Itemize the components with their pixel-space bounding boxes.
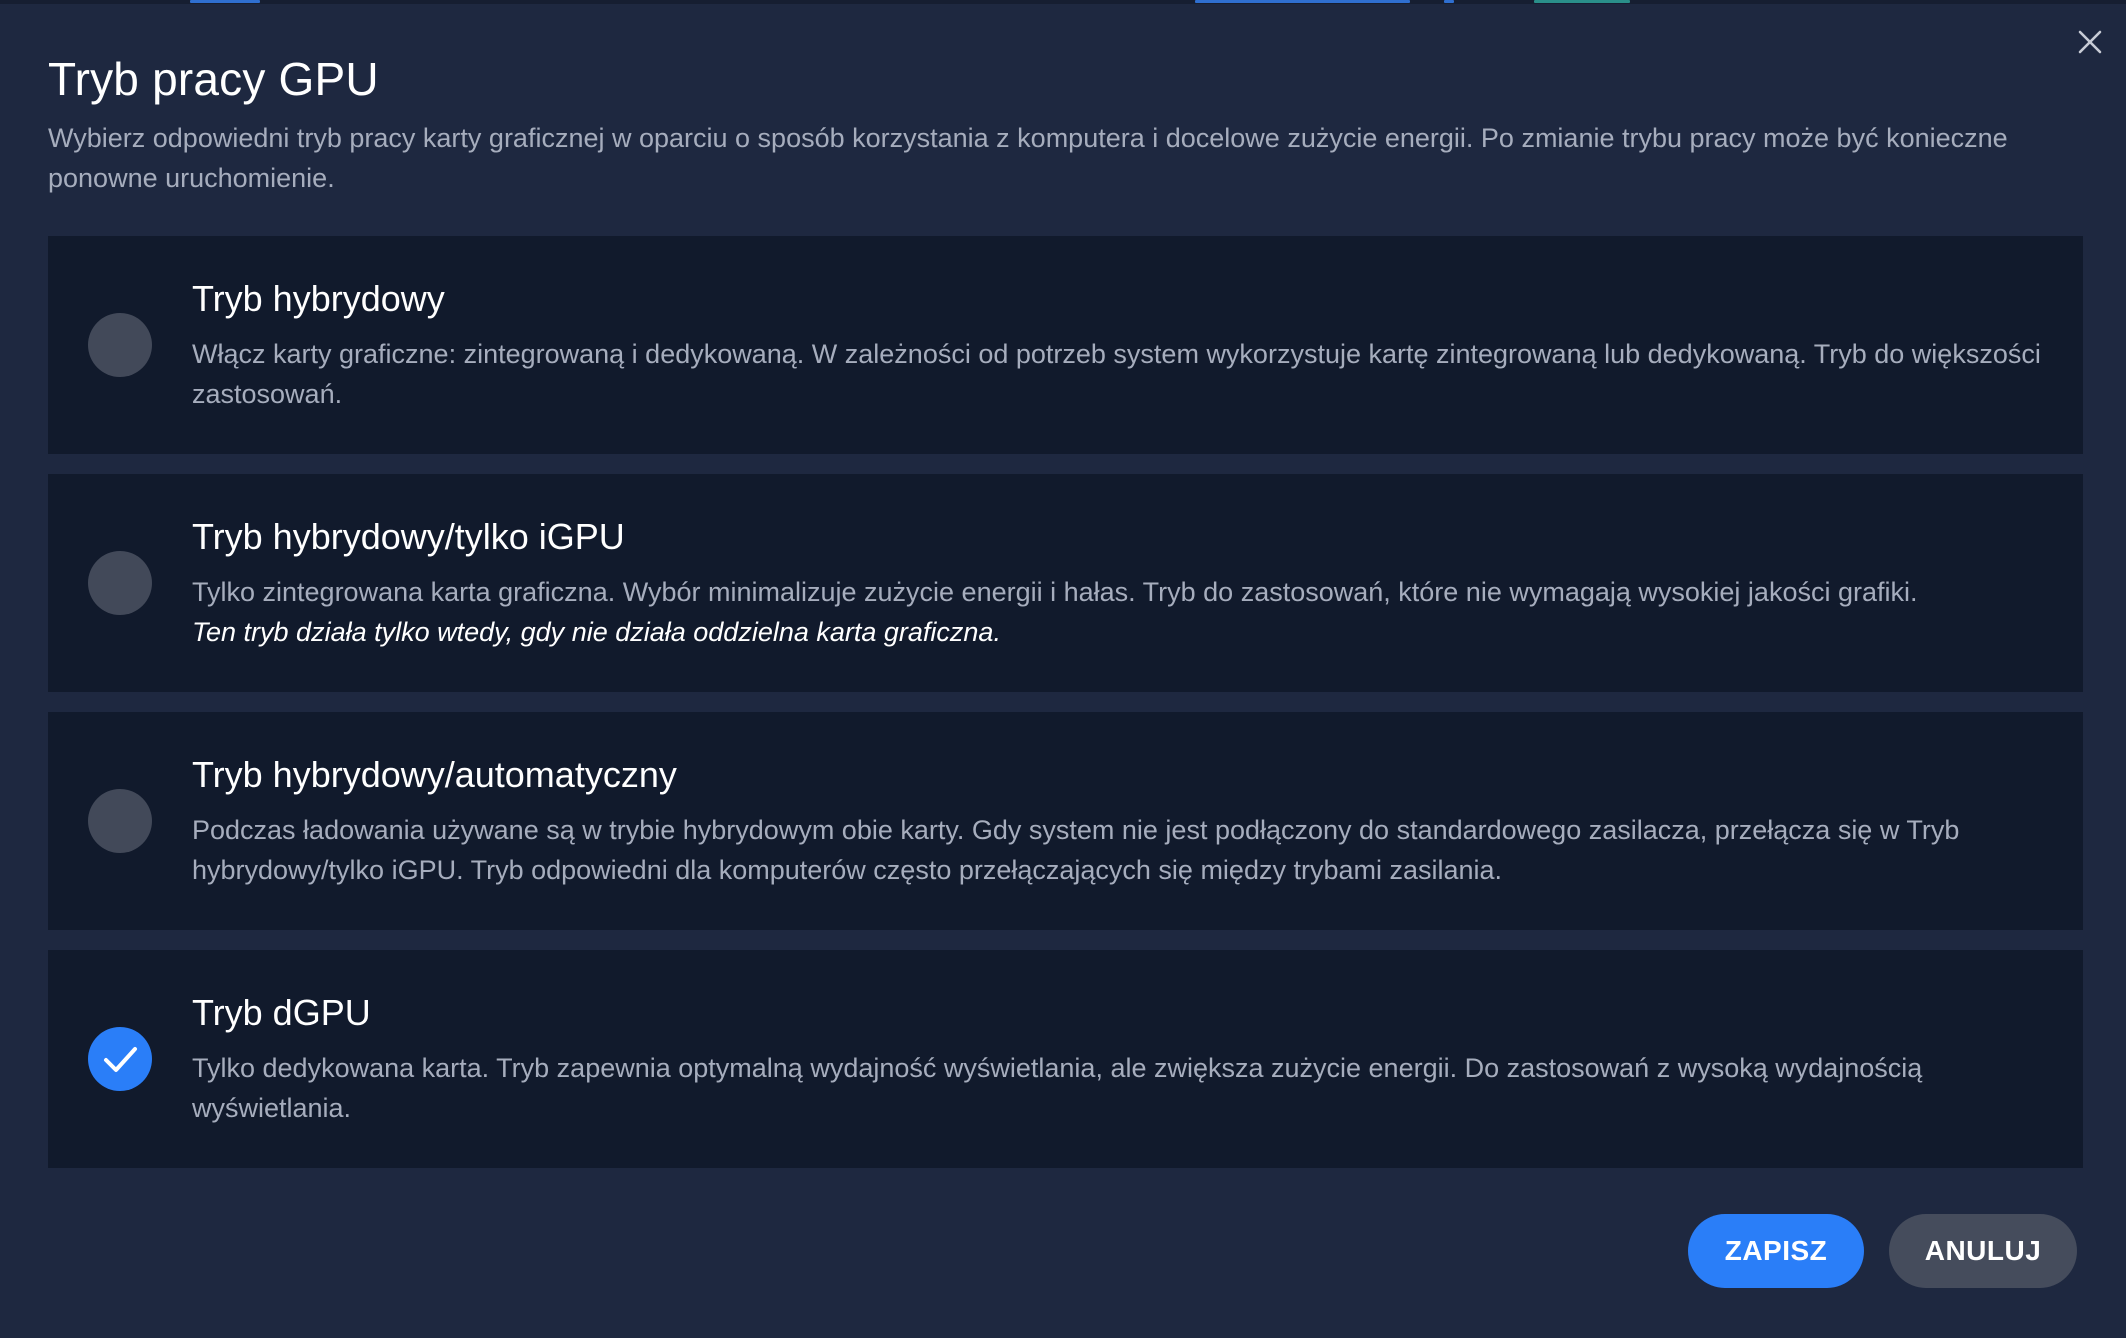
option-title: Tryb hybrydowy	[192, 278, 445, 319]
option-description-text: Podczas ładowania używane są w trybie hy…	[192, 815, 1960, 885]
option-title: Tryb hybrydowy/tylko iGPU	[192, 516, 625, 557]
option-title: Tryb dGPU	[192, 992, 371, 1033]
option-description: Tylko dedykowana karta. Tryb zapewnia op…	[192, 1048, 2052, 1128]
option-hybrid-igpu-only-radio[interactable]	[88, 551, 152, 615]
option-hybrid-automatic-radio[interactable]	[88, 789, 152, 853]
option-hybrid-igpu-only[interactable]: Tryb hybrydowy/tylko iGPU Tylko zintegro…	[48, 474, 2083, 692]
option-description-text: Tylko dedykowana karta. Tryb zapewnia op…	[192, 1053, 1923, 1123]
option-title: Tryb hybrydowy/automatyczny	[192, 754, 677, 795]
option-description-text: Tylko zintegrowana karta graficzna. Wybó…	[192, 577, 1918, 607]
cancel-button[interactable]: ANULUJ	[1889, 1214, 2077, 1288]
gpu-mode-dialog: Tryb pracy GPU Wybierz odpowiedni tryb p…	[0, 0, 2126, 1338]
option-dgpu[interactable]: Tryb dGPU Tylko dedykowana karta. Tryb z…	[48, 950, 2083, 1168]
option-hybrid-radio[interactable]	[88, 313, 152, 377]
option-hybrid[interactable]: Tryb hybrydowy Włącz karty graficzne: zi…	[48, 236, 2083, 454]
option-description-text: Włącz karty graficzne: zintegrowaną i de…	[192, 339, 2041, 409]
option-description: Włącz karty graficzne: zintegrowaną i de…	[192, 334, 2052, 414]
save-button[interactable]: ZAPISZ	[1688, 1214, 1864, 1288]
dialog-description: Wybierz odpowiedni tryb pracy karty graf…	[48, 123, 2008, 193]
close-button[interactable]	[2072, 24, 2108, 60]
option-description: Podczas ładowania używane są w trybie hy…	[192, 810, 2052, 890]
option-hybrid-automatic[interactable]: Tryb hybrydowy/automatyczny Podczas łado…	[48, 712, 2083, 930]
checkmark-icon	[104, 1047, 137, 1072]
option-dgpu-radio[interactable]	[88, 1027, 152, 1091]
close-icon	[2078, 30, 2102, 54]
gpu-mode-options: Tryb hybrydowy Włącz karty graficzne: zi…	[48, 236, 2083, 1188]
option-note: Ten tryb działa tylko wtedy, gdy nie dzi…	[192, 617, 1001, 647]
option-description: Tylko zintegrowana karta graficzna. Wybó…	[192, 572, 2052, 652]
dialog-title: Tryb pracy GPU	[48, 53, 379, 105]
